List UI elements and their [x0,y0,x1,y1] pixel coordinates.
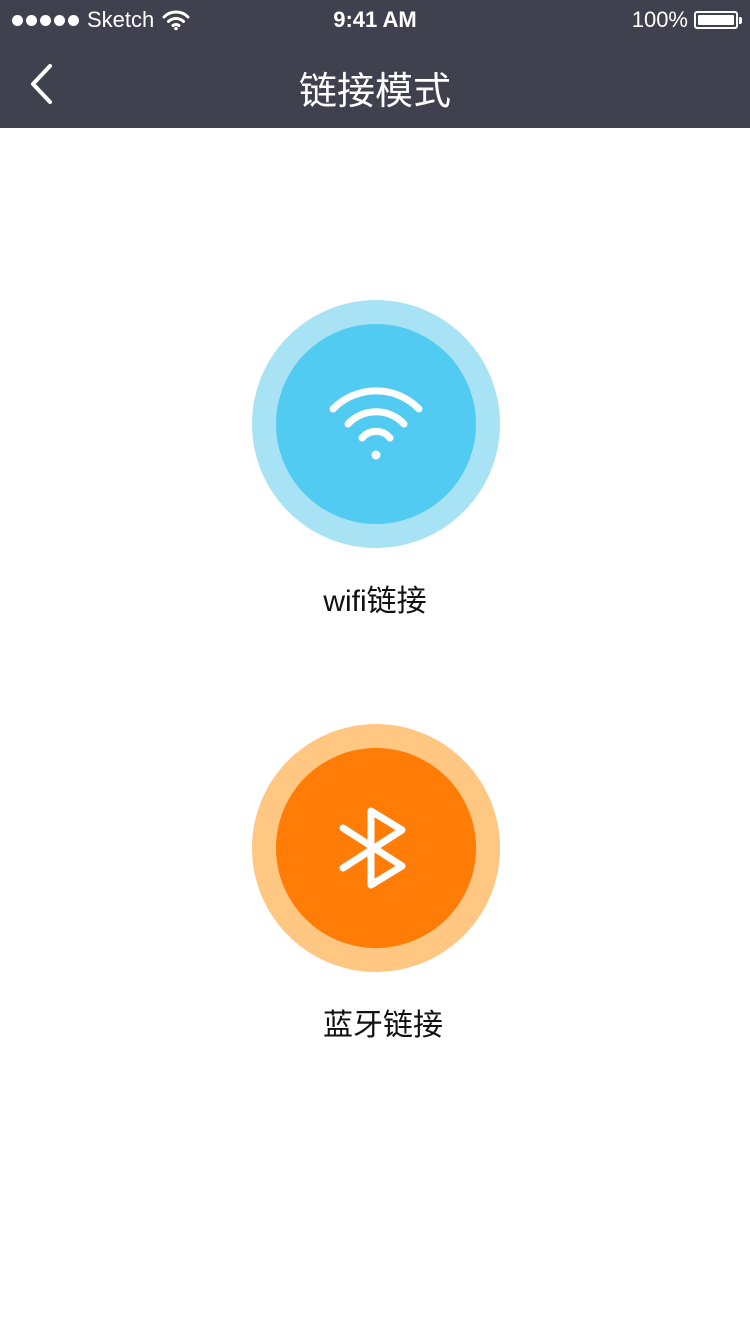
bluetooth-button-inner [276,748,476,948]
wifi-option-label: wifi链接 [323,585,427,618]
navigation-bar: 链接模式 [0,40,750,128]
wifi-button-inner [276,324,476,524]
wifi-icon [329,387,423,460]
wifi-status-icon [162,10,190,31]
battery-percentage: 100% [631,7,688,32]
bluetooth-option-label: 蓝牙链接 [323,1009,443,1042]
page-title: 链接模式 [298,71,451,113]
bluetooth-connect-button[interactable] [252,724,500,972]
signal-strength-icon [12,14,79,26]
status-left: Sketch [12,7,190,33]
status-right: 100% [631,7,742,33]
wifi-connect-button[interactable] [252,300,500,548]
battery-icon [694,11,742,29]
status-bar: Sketch 9:41 AM 100% [0,0,750,40]
carrier-name: Sketch [87,7,155,32]
top-bar: Sketch 9:41 AM 100% 链接模式 [0,0,750,128]
bluetooth-icon [339,807,406,889]
